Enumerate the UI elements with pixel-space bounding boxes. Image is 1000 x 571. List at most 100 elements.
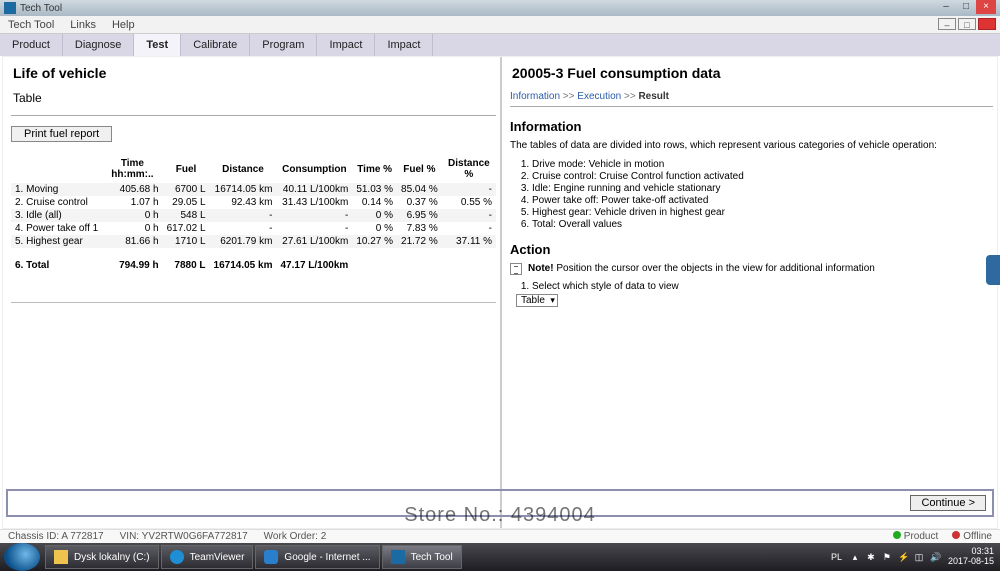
cell-dpct: -	[442, 222, 496, 235]
divider	[510, 106, 993, 107]
flag-icon[interactable]: ⚑	[882, 552, 892, 563]
menu-techtool[interactable]: Tech Tool	[8, 19, 54, 31]
total-fuel: 7880 L	[163, 248, 210, 272]
minimize-button[interactable]: –	[936, 0, 956, 14]
cell-tpct: 0.14 %	[352, 196, 397, 209]
tab-diagnose[interactable]: Diagnose	[63, 34, 134, 56]
col-time: Time hh:mm:..	[102, 156, 162, 183]
info-heading: Information	[510, 119, 993, 134]
taskbar-label: Dysk lokalny (C:)	[74, 552, 150, 563]
info-text: The tables of data are divided into rows…	[510, 140, 993, 151]
cell-label: 5. Highest gear	[11, 235, 102, 248]
taskbar-item-teamviewer[interactable]: TeamViewer	[161, 545, 254, 569]
cell-fpct: 0.37 %	[397, 196, 442, 209]
style-select[interactable]: Table	[516, 294, 558, 307]
action-item: Select which style of data to view	[532, 281, 993, 292]
taskbar-item-ie[interactable]: Google - Internet ...	[255, 545, 379, 569]
cell-fpct: 85.04 %	[397, 183, 442, 197]
cell-cons: -	[276, 222, 352, 235]
network-icon[interactable]: ◫	[914, 552, 924, 563]
close-button[interactable]: ×	[976, 0, 996, 14]
tab-impact-2[interactable]: Impact	[375, 34, 433, 56]
cell-fpct: 7.83 %	[397, 222, 442, 235]
table-row: 4. Power take off 10 h617.02 L--0 %7.83 …	[11, 222, 496, 235]
col-consumption: Consumption	[276, 156, 352, 183]
tray-icons[interactable]: ▴ ✱ ⚑ ⚡ ◫ 🔊	[850, 552, 940, 563]
table-row: 3. Idle (all)0 h548 L--0 %6.95 %-	[11, 209, 496, 222]
tray-lang[interactable]: PL	[831, 552, 842, 562]
app-icon	[4, 2, 16, 14]
taskbar-label: Google - Internet ...	[284, 552, 370, 563]
cell-dpct: -	[442, 183, 496, 197]
crumb-execution[interactable]: Execution	[577, 91, 621, 102]
cell-fuel: 29.05 L	[163, 196, 210, 209]
cell-dpct: 0.55 %	[442, 196, 496, 209]
total-label: 6. Total	[11, 248, 102, 272]
right-pane: 20005-3 Fuel consumption data Informatio…	[500, 57, 997, 528]
cell-dist: -	[210, 209, 277, 222]
content-area: Life of vehicle Table Print fuel report …	[2, 56, 998, 529]
taskbar-label: Tech Tool	[411, 552, 453, 563]
taskbar-item-techtool[interactable]: Tech Tool	[382, 545, 462, 569]
cell-cons: 31.43 L/100km	[276, 196, 352, 209]
status-product: Product	[904, 531, 938, 542]
cell-time: 405.68 h	[102, 183, 162, 197]
mdi-close[interactable]	[978, 18, 996, 30]
action-footer: Continue >	[6, 489, 994, 517]
divider	[11, 115, 496, 116]
menu-links[interactable]: Links	[70, 19, 96, 31]
crumb-result: Result	[638, 91, 669, 102]
maximize-button[interactable]: □	[956, 0, 976, 14]
note-label: Note!	[528, 263, 554, 274]
info-item: Idle: Engine running and vehicle station…	[532, 183, 993, 194]
taskbar: Dysk lokalny (C:) TeamViewer Google - In…	[0, 543, 1000, 571]
col-time-pct: Time %	[352, 156, 397, 183]
left-subtitle: Table	[13, 91, 496, 105]
speaker-icon[interactable]: 🔊	[930, 552, 940, 563]
start-button[interactable]	[4, 543, 40, 571]
info-item: Power take off: Power take-off activated	[532, 195, 993, 206]
cell-time: 0 h	[102, 222, 162, 235]
clock[interactable]: 03:31 2017-08-15	[948, 547, 994, 567]
tabbar: Product Diagnose Test Calibrate Program …	[0, 34, 1000, 56]
crumb-information[interactable]: Information	[510, 91, 560, 102]
col-label	[11, 156, 102, 183]
status-chassis: Chassis ID: A 772817	[8, 531, 104, 542]
status-offline: Offline	[963, 531, 992, 542]
fuel-table: Time hh:mm:.. Fuel Distance Consumption …	[11, 156, 496, 272]
cell-dist: 16714.05 km	[210, 183, 277, 197]
cell-tpct: 51.03 %	[352, 183, 397, 197]
cell-cons: -	[276, 209, 352, 222]
cell-fuel: 1710 L	[163, 235, 210, 248]
status-workorder: Work Order: 2	[264, 531, 327, 542]
continue-button[interactable]: Continue >	[910, 495, 986, 511]
mdi-minimize[interactable]: –	[938, 18, 956, 30]
tab-test[interactable]: Test	[134, 34, 181, 56]
cell-fuel: 617.02 L	[163, 222, 210, 235]
mdi-restore[interactable]: □	[958, 18, 976, 30]
status-bar: Chassis ID: A 772817 VIN: YV2RTW0G6FA772…	[0, 529, 1000, 543]
side-drawer-handle[interactable]	[986, 255, 1000, 285]
action-list: Select which style of data to view	[532, 281, 993, 292]
tab-impact-1[interactable]: Impact	[317, 34, 375, 56]
bluetooth-icon[interactable]: ✱	[866, 552, 876, 563]
power-icon[interactable]: ⚡	[898, 552, 908, 563]
table-row: 1. Moving405.68 h6700 L16714.05 km40.11 …	[11, 183, 496, 197]
print-fuel-report-button[interactable]: Print fuel report	[11, 126, 112, 142]
tab-calibrate[interactable]: Calibrate	[181, 34, 250, 56]
table-row: 2. Cruise control1.07 h29.05 L92.43 km31…	[11, 196, 496, 209]
tab-program[interactable]: Program	[250, 34, 317, 56]
clock-date: 2017-08-15	[948, 557, 994, 567]
cell-tpct: 0 %	[352, 222, 397, 235]
cell-label: 1. Moving	[11, 183, 102, 197]
taskbar-item-explorer[interactable]: Dysk lokalny (C:)	[45, 545, 159, 569]
note-icon	[510, 263, 522, 275]
tray-up-icon[interactable]: ▴	[850, 552, 860, 563]
cell-dist: -	[210, 222, 277, 235]
col-fuel-pct: Fuel %	[397, 156, 442, 183]
tab-product[interactable]: Product	[0, 34, 63, 56]
cell-time: 0 h	[102, 209, 162, 222]
info-item: Drive mode: Vehicle in motion	[532, 159, 993, 170]
menu-help[interactable]: Help	[112, 19, 135, 31]
cell-cons: 27.61 L/100km	[276, 235, 352, 248]
